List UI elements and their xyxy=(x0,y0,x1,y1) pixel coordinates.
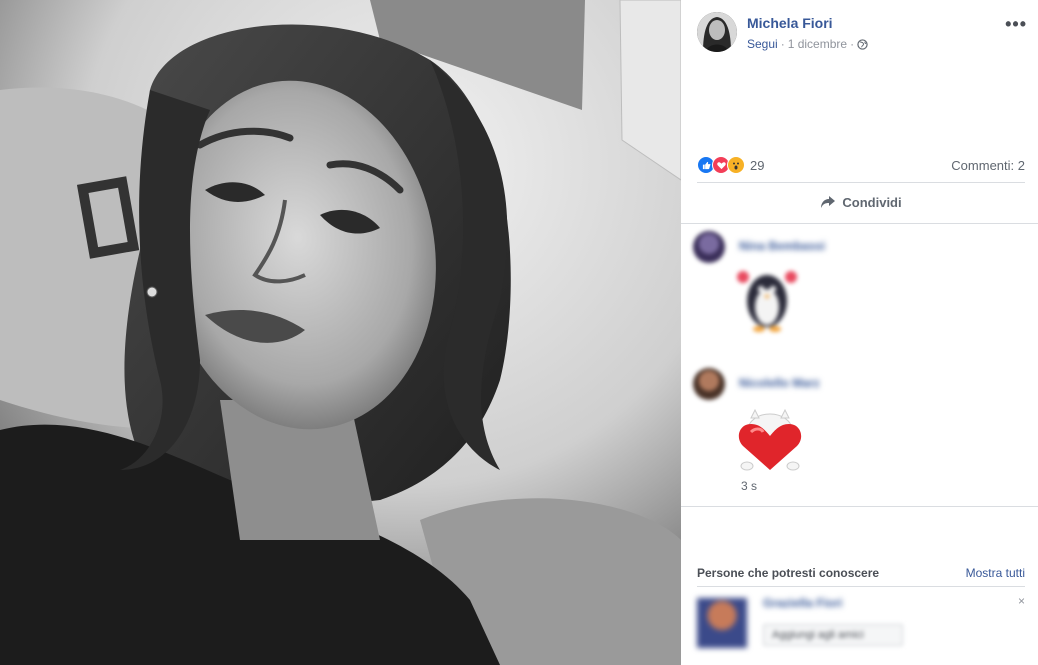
comments-count-link[interactable]: Commenti: 2 xyxy=(951,158,1025,173)
suggestion-avatar[interactable] xyxy=(697,598,747,648)
post-header: Michela Fiori Segui · 1 dicembre · ••• xyxy=(697,12,1027,56)
divider xyxy=(681,506,1038,507)
follow-link[interactable]: Segui xyxy=(747,37,778,51)
share-icon xyxy=(821,196,836,208)
divider xyxy=(697,586,1025,587)
add-friend-label: Aggiungi agli amici xyxy=(772,629,864,641)
photo-image xyxy=(0,0,681,665)
post-side-panel: Michela Fiori Segui · 1 dicembre · ••• 2 xyxy=(681,0,1038,665)
globe-icon[interactable] xyxy=(857,38,868,50)
divider xyxy=(697,182,1025,183)
share-label: Condividi xyxy=(842,194,902,210)
author-name[interactable]: Michela Fiori xyxy=(747,15,833,31)
add-friend-button[interactable]: Aggiungi agli amici xyxy=(763,624,903,646)
author-avatar[interactable] xyxy=(697,12,737,52)
suggestion-item: Graziella Fiori Aggiungi agli amici × xyxy=(697,594,1025,654)
commenter-name[interactable]: Nicolello Marz xyxy=(739,376,820,390)
penguin-sticker xyxy=(737,271,797,332)
comment-item: Nina Bembassi xyxy=(693,231,1023,361)
more-options-button[interactable]: ••• xyxy=(1005,14,1027,35)
reactions-bar: 29 Commenti: 2 xyxy=(697,154,1025,176)
meta-separator: · xyxy=(850,37,855,51)
commenter-avatar[interactable] xyxy=(693,368,725,400)
heart-sticker xyxy=(738,408,802,471)
wow-icon xyxy=(727,156,745,174)
divider xyxy=(681,223,1038,224)
reaction-count[interactable]: 29 xyxy=(750,158,764,173)
people-you-may-know-header: Persone che potresti conoscere Mostra tu… xyxy=(697,566,1025,580)
post-meta: Segui · 1 dicembre · xyxy=(747,37,868,51)
commenter-name[interactable]: Nina Bembassi xyxy=(739,239,825,253)
post-date[interactable]: 1 dicembre xyxy=(788,37,847,51)
reaction-icons[interactable] xyxy=(697,156,745,174)
commenter-avatar[interactable] xyxy=(693,231,725,263)
comment-item: Nicolello Marz 3 s xyxy=(693,368,1023,498)
close-icon[interactable]: × xyxy=(1018,594,1025,608)
share-button[interactable]: Condividi xyxy=(697,184,1025,220)
post-photo[interactable] xyxy=(0,0,681,665)
pymk-title: Persone che potresti conoscere xyxy=(697,566,880,580)
suggestion-name[interactable]: Graziella Fiori xyxy=(763,596,842,610)
meta-separator: · xyxy=(780,37,785,51)
author-avatar-image xyxy=(697,12,737,52)
show-all-link[interactable]: Mostra tutti xyxy=(966,566,1025,580)
comment-time[interactable]: 3 s xyxy=(741,479,757,493)
